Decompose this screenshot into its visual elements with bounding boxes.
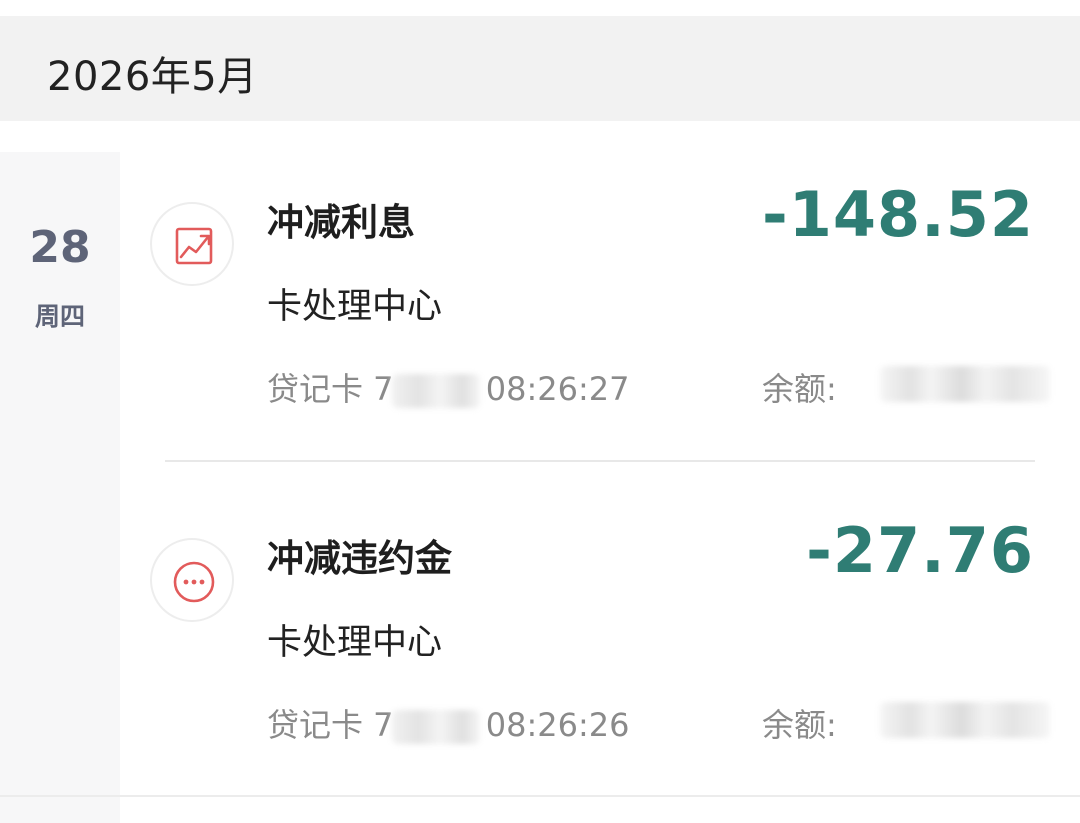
transaction-amount: -27.76 — [806, 514, 1034, 587]
month-header: 2026年5月 — [0, 16, 1080, 121]
balance-label: 余额: — [762, 706, 837, 744]
transaction-title: 冲减利息 — [267, 201, 415, 244]
day-weekday: 周四 — [34, 302, 85, 331]
top-strip — [0, 0, 1080, 16]
balance-value-mask — [880, 366, 1050, 402]
transaction-amount: -148.52 — [762, 178, 1034, 251]
card-label: 贷记卡 7 — [267, 706, 394, 744]
divider — [165, 460, 1035, 462]
more-dots-icon — [150, 538, 234, 622]
transaction-time: 08:26:27 — [485, 370, 630, 408]
transaction-item[interactable]: 冲减违约金 -27.76 卡处理中心 贷记卡 7 08:26:26 余额: — [120, 488, 1080, 808]
transaction-merchant: 卡处理中心 — [267, 623, 443, 663]
transaction-meta: 贷记卡 7 08:26:27 — [267, 364, 629, 410]
transaction-time: 08:26:26 — [485, 706, 630, 744]
transaction-merchant: 卡处理中心 — [267, 287, 443, 327]
month-label: 2026年5月 — [47, 54, 258, 100]
trending-up-chart-icon — [150, 202, 234, 286]
card-number-mask — [391, 374, 480, 408]
card-label: 贷记卡 7 — [267, 370, 394, 408]
bottom-divider — [0, 795, 1080, 797]
transaction-item[interactable]: 冲减利息 -148.52 卡处理中心 贷记卡 7 08:26:27 余额: — [120, 152, 1080, 472]
balance-label: 余额: — [762, 370, 837, 408]
day-column: 28 周四 — [0, 152, 120, 823]
balance-value-mask — [880, 702, 1050, 738]
card-number-mask — [391, 710, 480, 744]
day-number: 28 — [29, 222, 91, 273]
transaction-meta: 贷记卡 7 08:26:26 — [267, 700, 629, 746]
transaction-title: 冲减违约金 — [267, 537, 452, 580]
